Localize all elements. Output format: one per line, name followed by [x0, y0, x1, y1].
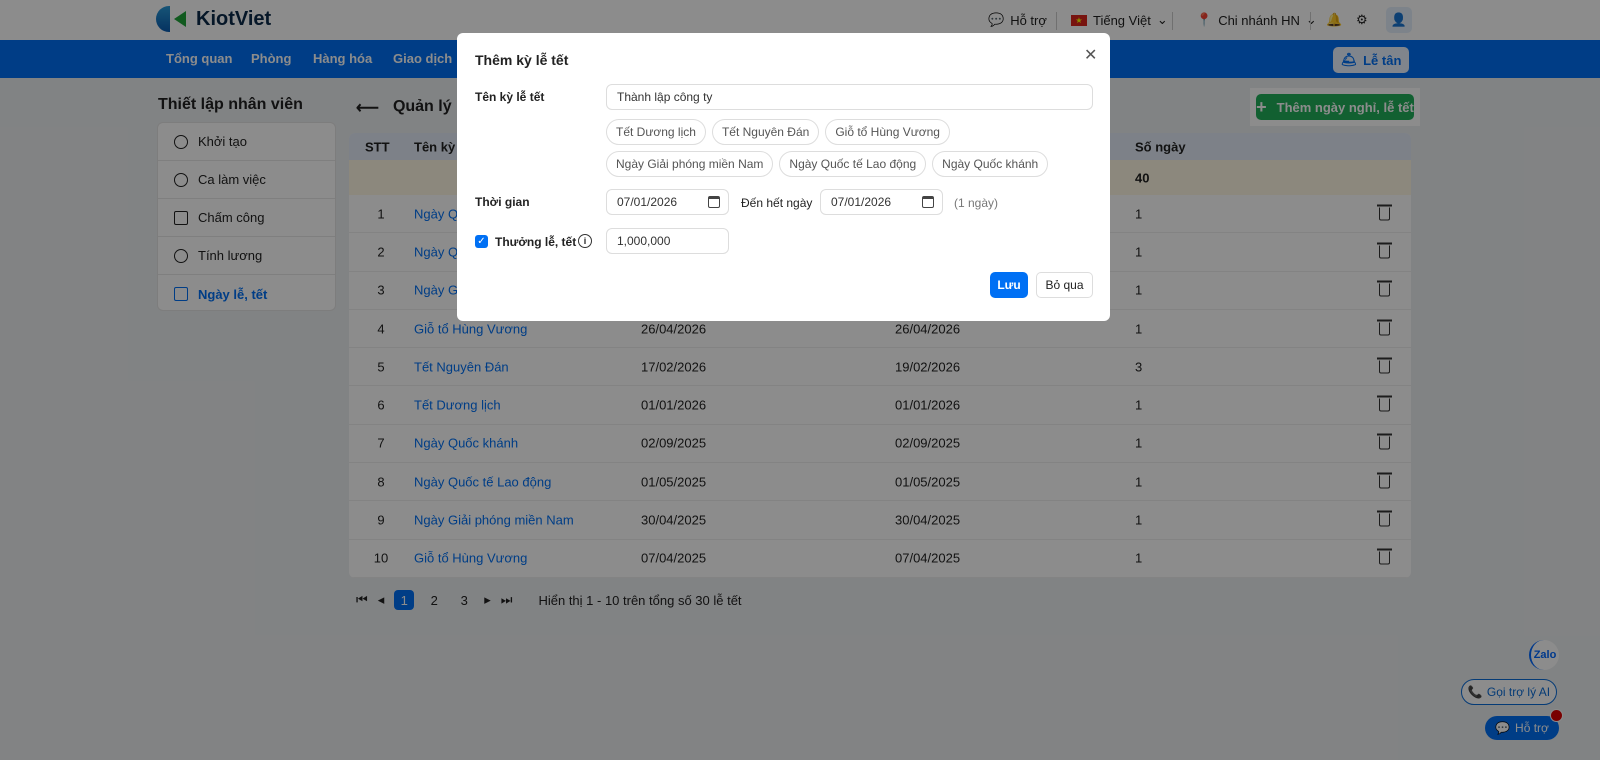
suggestion-chip[interactable]: Giỗ tổ Hùng Vương — [825, 119, 950, 145]
suggestion-chip[interactable]: Ngày Quốc tế Lao động — [779, 151, 927, 177]
modal-title: Thêm kỳ lễ tết — [475, 52, 569, 68]
suggestion-chip[interactable]: Ngày Quốc khánh — [932, 151, 1049, 177]
to-date-input[interactable]: 07/01/2026 — [820, 189, 943, 215]
calendar-icon[interactable] — [708, 196, 720, 208]
to-date-value: 07/01/2026 — [831, 195, 892, 209]
suggestion-chips: Tết Dương lịch Tết Nguyên Đán Giỗ tổ Hùng … — [606, 119, 1096, 177]
cancel-button[interactable]: Bỏ qua — [1036, 272, 1093, 298]
suggestion-chip[interactable]: Tết Nguyên Đán — [711, 119, 820, 145]
bonus-label: Thưởng lễ, tết — [495, 235, 577, 249]
close-icon[interactable]: ✕ — [1084, 45, 1097, 65]
suggestion-chip[interactable]: Ngày Giải phóng miền Nam — [606, 151, 774, 177]
suggestion-chip[interactable]: Tết Dương lịch — [606, 119, 706, 145]
name-label: Tên kỳ lễ tết — [475, 90, 545, 104]
from-date-input[interactable]: 07/01/2026 — [606, 189, 729, 215]
from-date-value: 07/01/2026 — [617, 195, 678, 209]
bonus-amount-input[interactable]: 1,000,000 — [606, 228, 729, 254]
to-label: Đến hết ngày — [741, 196, 813, 210]
duration-text: (1 ngày) — [954, 196, 999, 210]
holiday-name-input[interactable]: Thành lập công ty — [606, 84, 1093, 110]
bonus-checkbox[interactable]: ✓ — [475, 235, 488, 248]
add-holiday-modal: Thêm kỳ lễ tết ✕ Tên kỳ lễ tết Thành lập… — [457, 33, 1110, 321]
info-icon[interactable]: i — [578, 234, 592, 248]
save-button[interactable]: Lưu — [990, 272, 1028, 298]
time-label: Thời gian — [475, 195, 530, 209]
calendar-icon[interactable] — [922, 196, 934, 208]
